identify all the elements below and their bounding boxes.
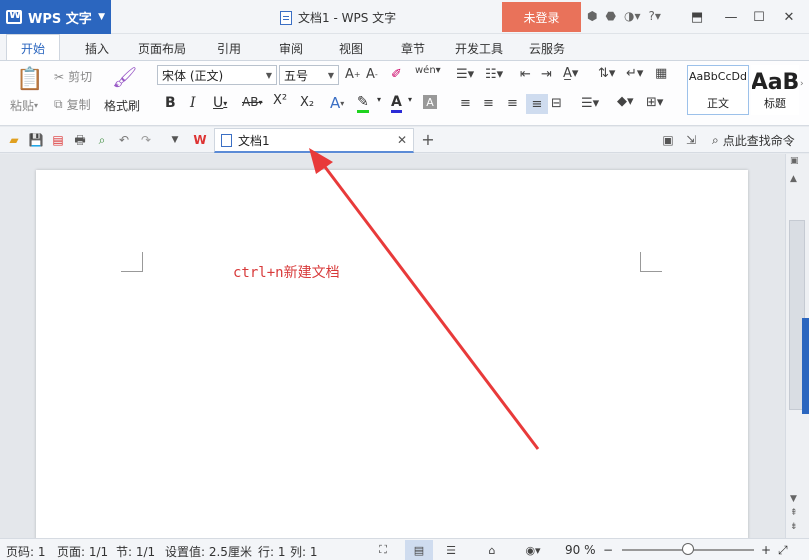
zoom-out-icon[interactable]: − — [603, 543, 613, 557]
prev-page-icon[interactable]: ⇞ — [790, 508, 798, 518]
page-view-icon[interactable]: ▤ — [405, 540, 433, 560]
status-setting: 设置值: 2.5厘米 — [165, 545, 252, 559]
fullscreen-view-icon[interactable]: ⛶ — [369, 540, 397, 560]
outline-view-icon[interactable]: ☰ — [437, 540, 465, 560]
status-row: 行: 1 — [258, 545, 286, 559]
side-panel-toggle[interactable] — [802, 318, 809, 414]
fit-page-icon[interactable]: ⤢ — [778, 543, 788, 558]
zoom-level: 90 % — [565, 543, 596, 557]
status-page-number: 页码: 1 — [6, 545, 46, 559]
status-column: 列: 1 — [290, 545, 318, 559]
status-pages: 页面: 1/1 — [57, 545, 109, 559]
annotation-arrow — [309, 148, 540, 450]
reading-mode-icon[interactable]: ◉▾ — [519, 540, 547, 560]
zoom-in-icon[interactable]: + — [761, 543, 771, 557]
zoom-slider-handle[interactable] — [682, 543, 694, 555]
chevron-down-icon[interactable]: ▼ — [790, 494, 797, 504]
chevron-up-icon[interactable]: ▲ — [790, 174, 797, 184]
next-page-icon[interactable]: ⇟ — [790, 522, 798, 532]
scroll-top-icon[interactable]: ▣ — [790, 156, 799, 166]
status-section: 节: 1/1 — [116, 545, 156, 559]
web-view-icon[interactable]: ⌂ — [478, 540, 506, 560]
status-bar: 页码: 1 页面: 1/1 节: 1/1 设置值: 2.5厘米 行: 1 列: … — [0, 538, 809, 560]
